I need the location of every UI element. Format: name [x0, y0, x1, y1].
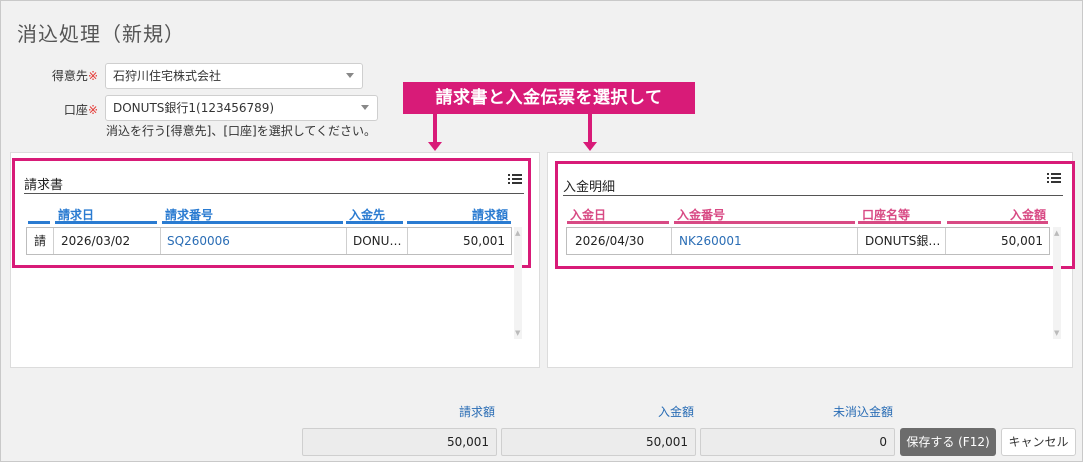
list-icon[interactable] [1047, 172, 1061, 184]
payment-panel-title: 入金明細 [563, 180, 616, 195]
account-name-cell: DONUTS銀… [865, 234, 941, 248]
invoice-number-link[interactable]: SQ260006 [167, 228, 230, 254]
column-underline [567, 221, 669, 224]
invoice-marker: 請 [34, 234, 47, 248]
selection-hint: 消込を行う[得意先]、[口座]を選択してください。 [106, 124, 377, 138]
annotation-arrow-right [588, 114, 592, 142]
customer-select[interactable]: 石狩川住宅株式会社 [105, 63, 363, 89]
column-underline [55, 221, 157, 224]
payment-title-rule [563, 195, 1063, 196]
remaining-total-label: 未消込金額 [832, 405, 893, 419]
payment-amount-cell: 50,001 [1001, 234, 1043, 248]
invoice-total-field: 50,001 [302, 428, 497, 456]
payee-cell: DONU… [353, 234, 402, 248]
invoice-total-label: 請求額 [458, 405, 495, 419]
annotation-banner: 請求書と入金伝票を選択して [403, 82, 695, 114]
cell-divider [346, 228, 347, 254]
payment-total-label: 入金額 [657, 405, 694, 419]
table-row[interactable]: 請 2026/03/02 SQ260006 DONU… 50,001 [26, 227, 512, 255]
column-underline [858, 221, 941, 224]
required-mark: ※ [87, 103, 98, 117]
arrow-down-icon [583, 142, 597, 151]
customer-select-value: 石狩川住宅株式会社 [113, 69, 222, 83]
scroll-down-icon[interactable]: ▼ [515, 329, 520, 337]
cell-divider [53, 228, 54, 254]
account-label: 口座※ [18, 101, 98, 118]
invoice-date-cell: 2026/03/02 [61, 234, 131, 248]
cell-divider [945, 228, 946, 254]
page-title: 消込処理（新規） [17, 22, 185, 46]
account-label-text: 口座 [63, 103, 88, 117]
payment-number-link[interactable]: NK260001 [679, 228, 742, 254]
customer-label-text: 得意先 [51, 69, 88, 83]
account-select[interactable]: DONUTS銀行1(123456789) [105, 95, 378, 121]
column-underline [162, 221, 343, 224]
customer-label: 得意先※ [18, 67, 98, 84]
cell-divider [671, 228, 672, 254]
column-underline [28, 221, 50, 224]
required-mark: ※ [87, 69, 98, 83]
invoice-scrollbar[interactable]: ▲ ▼ [514, 227, 522, 339]
column-underline [674, 221, 855, 224]
cell-divider [407, 228, 408, 254]
invoice-title-rule [24, 193, 524, 194]
scroll-up-icon[interactable]: ▲ [1054, 229, 1059, 237]
chevron-down-icon [346, 73, 354, 78]
cancel-button[interactable]: キャンセル [1001, 428, 1076, 456]
column-underline [407, 221, 511, 224]
scroll-down-icon[interactable]: ▼ [1054, 329, 1059, 337]
remaining-total-field: 0 [700, 428, 895, 456]
payment-total-field: 50,001 [501, 428, 696, 456]
annotation-arrow-left [433, 114, 437, 142]
payment-scrollbar[interactable]: ▲ ▼ [1053, 227, 1061, 339]
arrow-down-icon [428, 142, 442, 151]
scroll-up-icon[interactable]: ▲ [515, 229, 520, 237]
account-select-value: DONUTS銀行1(123456789) [113, 101, 275, 115]
save-button[interactable]: 保存する (F12) [900, 428, 996, 456]
cell-divider [857, 228, 858, 254]
list-icon[interactable] [508, 173, 522, 185]
column-underline [346, 221, 403, 224]
chevron-down-icon [361, 105, 369, 110]
payment-date-cell: 2026/04/30 [575, 234, 645, 248]
invoice-amount-cell: 50,001 [463, 234, 505, 248]
table-row[interactable]: 2026/04/30 NK260001 DONUTS銀… 50,001 [566, 227, 1050, 255]
column-underline [947, 221, 1048, 224]
invoice-panel-title: 請求書 [24, 178, 64, 193]
cell-divider [160, 228, 161, 254]
